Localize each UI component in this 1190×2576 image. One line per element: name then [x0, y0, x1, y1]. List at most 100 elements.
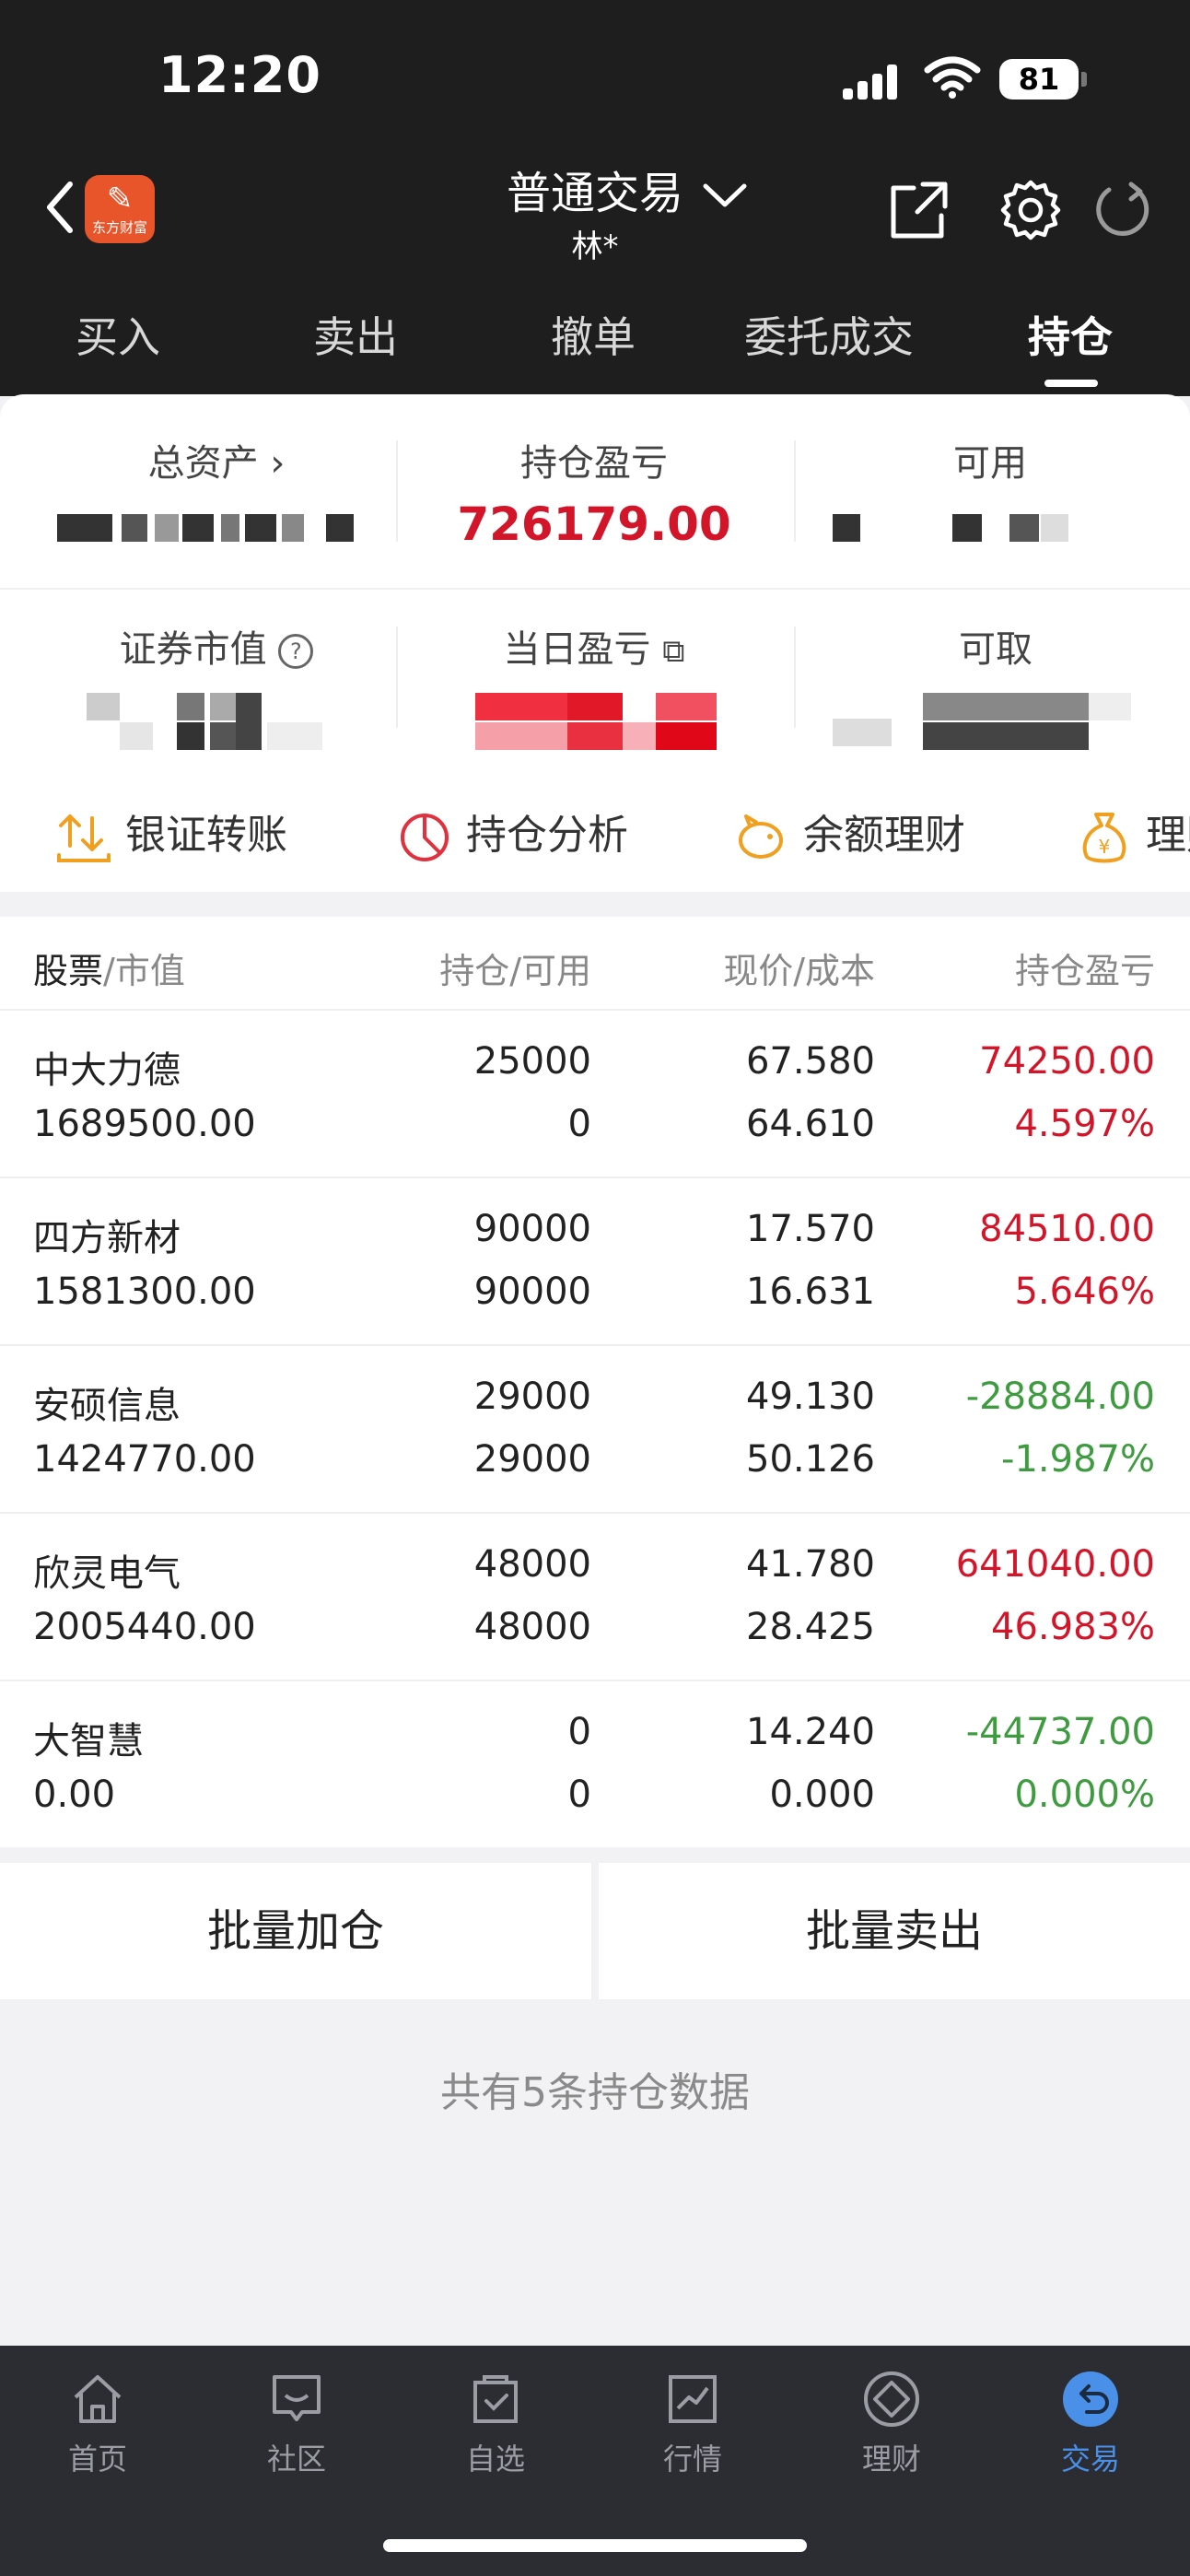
- available-qty: 90000: [473, 1270, 591, 1313]
- wifi-icon: [924, 56, 981, 99]
- refresh-icon[interactable]: [1091, 177, 1157, 243]
- header-price[interactable]: 现价/成本: [723, 943, 875, 993]
- tab-cancel[interactable]: 撤单: [501, 304, 685, 365]
- table-row[interactable]: 大智慧 0.00 0 0 14.240 0.000 -44737.00 0.000%: [0, 1681, 1190, 1847]
- header-stock-value[interactable]: 股票/市值: [33, 943, 185, 993]
- cost-price: 0.000: [769, 1774, 875, 1816]
- diamond-icon: [864, 2371, 919, 2427]
- summary-row-1: 总资产 › 持仓盈亏 726179.00 可用: [0, 394, 1190, 588]
- available-qty: 29000: [473, 1438, 591, 1481]
- stock-name: 欣灵电气: [33, 1552, 181, 1595]
- tab-orders[interactable]: 委托成交: [700, 304, 958, 365]
- position-qty: 90000: [473, 1208, 591, 1250]
- masked-available: [833, 514, 1081, 545]
- nav-community-label: 社区: [266, 2441, 326, 2476]
- balance-finance-label: 余额理财: [803, 812, 965, 859]
- nav-market[interactable]: 行情: [619, 2362, 766, 2478]
- position-pnl: 持仓盈亏 726179.00: [396, 433, 792, 551]
- total-assets-label: 总资产: [147, 442, 259, 485]
- current-price: 17.570: [746, 1208, 875, 1250]
- withdrawable-label: 可取: [959, 628, 1032, 671]
- position-pnl-label: 持仓盈亏: [520, 442, 668, 485]
- table-row[interactable]: 四方新材 1581300.00 90000 90000 17.570 16.631 8451…: [0, 1178, 1190, 1346]
- table-body: 中大力德 1689500.00 25000 0 67.580 64.610 74250.00…: [0, 1011, 1190, 1847]
- tab-buy[interactable]: 买入: [26, 304, 210, 365]
- help-icon[interactable]: ?: [278, 634, 314, 669]
- nav-market-label: 行情: [662, 2441, 722, 2476]
- pnl-percent: 4.597%: [1014, 1103, 1155, 1145]
- tab-sell[interactable]: 卖出: [263, 304, 448, 365]
- stock-market-value: 2005440.00: [33, 1606, 256, 1648]
- nav-finance[interactable]: 理财: [818, 2362, 965, 2478]
- market-value[interactable]: 证券市值 ?: [18, 619, 414, 673]
- table-row[interactable]: 安硕信息 1424770.00 29000 29000 49.130 50.126 -288…: [0, 1346, 1190, 1514]
- stock-market-value: 1424770.00: [33, 1438, 256, 1481]
- market-value-label: 证券市值: [119, 628, 267, 671]
- position-analysis-button[interactable]: 持仓分析: [396, 802, 628, 866]
- stock-market-value: 1689500.00: [33, 1103, 256, 1145]
- nav-trade[interactable]: 交易: [1017, 2362, 1164, 2478]
- batch-add-button[interactable]: 批量加仓: [0, 1863, 591, 1999]
- pnl-amount: 84510.00: [979, 1208, 1155, 1250]
- stock-name: 大智慧: [33, 1720, 144, 1762]
- header-pnl[interactable]: 持仓盈亏: [1015, 943, 1190, 993]
- finance-button[interactable]: ¥ 理财: [1076, 802, 1190, 866]
- svg-text:¥: ¥: [1099, 836, 1111, 858]
- quick-actions: 银证转账 持仓分析 余额理财 ¥ 理财: [0, 772, 1190, 892]
- pnl-percent: 5.646%: [1014, 1270, 1155, 1313]
- cost-price: 64.610: [746, 1103, 875, 1145]
- current-price: 49.130: [746, 1376, 875, 1418]
- app-header: 12:20 81 ✎ 东方财富 普通交易 林* 买入 卖出 撤单 委托成交 持仓: [0, 0, 1190, 396]
- page-title: 普通交易: [506, 168, 683, 219]
- piggy-bank-icon: [739, 814, 783, 859]
- summary-row-2: 证券市值 ? 当日盈亏 ⧉ 可取: [0, 588, 1190, 774]
- position-qty: 25000: [473, 1040, 591, 1083]
- holdings-count-text: 共有5条持仓数据: [440, 2069, 750, 2116]
- home-indicator: [383, 2539, 807, 2552]
- stock-name: 中大力德: [33, 1049, 181, 1092]
- masked-withdrawable: [833, 693, 1131, 752]
- finance-label: 理财: [1146, 812, 1190, 859]
- pnl-amount: 74250.00: [979, 1040, 1155, 1083]
- nav-finance-label: 理财: [861, 2441, 921, 2476]
- header-position[interactable]: 持仓/可用: [439, 943, 591, 993]
- position-analysis-label: 持仓分析: [466, 812, 628, 859]
- pnl-percent: -1.987%: [1001, 1438, 1155, 1481]
- total-assets[interactable]: 总资产 ›: [18, 433, 414, 486]
- current-price: 67.580: [746, 1040, 875, 1083]
- status-bar: 12:20 81: [0, 0, 1190, 157]
- gear-icon[interactable]: [998, 177, 1064, 243]
- masked-daily-pnl: [475, 693, 717, 752]
- asset-summary-card: 总资产 › 持仓盈亏 726179.00 可用 证券市值 ? 当日盈亏 ⧉ 可取…: [0, 394, 1190, 892]
- daily-pnl[interactable]: 当日盈亏 ⧉: [396, 619, 792, 673]
- nav-home[interactable]: 首页: [24, 2362, 171, 2478]
- trade-return-icon: [1063, 2371, 1118, 2427]
- tab-positions[interactable]: 持仓: [978, 304, 1162, 365]
- status-time: 12:20: [158, 46, 321, 104]
- pnl-amount: -28884.00: [965, 1376, 1155, 1418]
- pnl-percent: 0.000%: [1014, 1774, 1155, 1816]
- balance-finance-button[interactable]: 余额理财: [733, 802, 965, 866]
- position-pnl-value: 726179.00: [457, 498, 731, 551]
- table-header: 股票/市值 持仓/可用 现价/成本 持仓盈亏: [0, 917, 1190, 1011]
- daily-pnl-label: 当日盈亏: [503, 628, 651, 671]
- header-stock: 股票: [33, 951, 104, 991]
- table-row[interactable]: 欣灵电气 2005440.00 48000 48000 41.780 28.425 6410…: [0, 1514, 1190, 1681]
- batch-actions: 批量加仓 批量卖出: [0, 1863, 1190, 1999]
- table-row[interactable]: 中大力德 1689500.00 25000 0 67.580 64.610 74250.00…: [0, 1011, 1190, 1178]
- nav-trade-label: 交易: [1060, 2441, 1120, 2476]
- batch-sell-button[interactable]: 批量卖出: [599, 1863, 1190, 1999]
- pnl-amount: -44737.00: [965, 1711, 1155, 1753]
- stock-name: 安硕信息: [33, 1385, 181, 1427]
- available: 可用: [792, 433, 1188, 486]
- external-link-icon[interactable]: ⧉: [662, 633, 684, 670]
- trade-tabs: 买入 卖出 撤单 委托成交 持仓: [0, 295, 1190, 378]
- share-icon[interactable]: [886, 177, 952, 243]
- bank-transfer-button[interactable]: 银证转账: [55, 802, 287, 866]
- masked-market-value: [87, 693, 326, 752]
- nav-watchlist[interactable]: 自选: [422, 2362, 569, 2478]
- cost-price: 16.631: [746, 1270, 875, 1313]
- nav-community[interactable]: 社区: [223, 2362, 370, 2478]
- chevron-down-icon[interactable]: [700, 177, 750, 214]
- header-market-value: /市值: [103, 951, 185, 991]
